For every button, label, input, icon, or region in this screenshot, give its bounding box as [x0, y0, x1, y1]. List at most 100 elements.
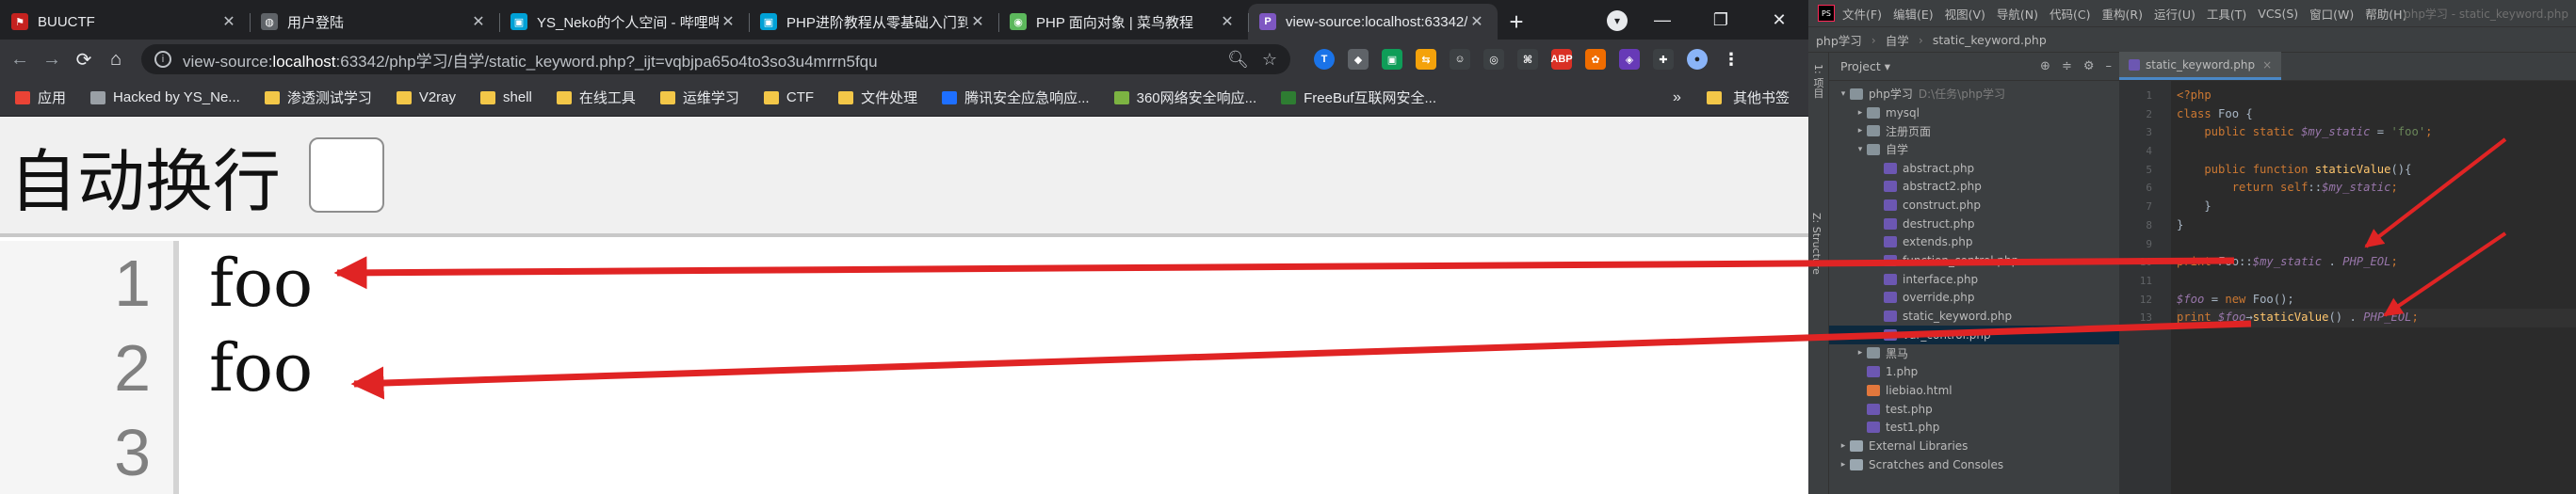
restore-button[interactable]: ❐ — [1692, 10, 1750, 30]
tree-node[interactable]: ▸ 注册页面 — [1829, 121, 2119, 140]
project-view-selector[interactable]: Project — [1840, 59, 1881, 73]
browser-tab[interactable]: ◍ 用户登陆 ✕ — [250, 4, 499, 40]
ide-menu-item[interactable]: 运行(U) — [2154, 5, 2195, 23]
ide-menu-item[interactable]: 重构(R) — [2102, 5, 2143, 23]
editor-code[interactable]: <?php class Foo { public static $my_stati… — [2171, 81, 2576, 494]
extension-ghost-icon[interactable]: ⌘ — [1517, 49, 1538, 70]
ide-menu-item[interactable]: 编辑(E) — [1893, 5, 1934, 23]
expand-arrow-icon[interactable]: ▾ — [1837, 89, 1850, 99]
ide-menu-item[interactable]: 帮助(H) — [2365, 5, 2406, 23]
ide-menu-item[interactable]: 导航(N) — [1997, 5, 2038, 23]
tree-node[interactable]: ▾ 自学 — [1829, 140, 2119, 159]
collapse-arrow-icon[interactable]: ▸ — [1854, 108, 1867, 118]
breadcrumb-item[interactable]: static_keyword.php — [1933, 33, 2047, 47]
browser-tab[interactable]: ▣ YS_Neko的个人空间 - 哔哩哔哩 ✕ — [499, 4, 749, 40]
breadcrumb-item[interactable]: 自学 — [1886, 31, 1909, 49]
line-wrap-checkbox[interactable] — [309, 137, 385, 213]
home-button[interactable]: ⌂ — [100, 49, 132, 71]
close-tab-icon[interactable]: ✕ — [469, 12, 488, 31]
back-button[interactable]: ← — [4, 49, 36, 71]
browser-menu-icon[interactable]: ⋮ — [1721, 49, 1742, 70]
ide-menu-item[interactable]: 文件(F) — [1842, 5, 1882, 23]
collapse-arrow-icon[interactable]: ▸ — [1854, 126, 1867, 135]
browser-tab[interactable]: ▣ PHP进阶教程从零基础入门到… ✕ — [749, 4, 998, 40]
tree-node[interactable]: abstract2.php — [1829, 177, 2119, 196]
collapse-arrow-icon[interactable]: ▸ — [1837, 460, 1850, 470]
tree-node[interactable]: abstract.php — [1829, 159, 2119, 178]
tree-node[interactable]: ▾ php学习 D:\任务\php学习 — [1829, 85, 2119, 104]
tree-node[interactable]: 1.php — [1829, 362, 2119, 381]
bookmark-item[interactable]: 在线工具 — [556, 88, 636, 107]
bookmark-item[interactable]: 文件处理 — [838, 88, 917, 107]
bookmark-item[interactable]: 渗透测试学习 — [264, 88, 372, 107]
project-tool-tab[interactable]: 1: 项目 — [1810, 64, 1825, 98]
ide-menu-item[interactable]: VCS(S) — [2258, 7, 2298, 21]
extension-gamepad-icon[interactable]: ◎ — [1483, 49, 1504, 70]
bookmark-item[interactable]: shell — [480, 89, 532, 105]
tree-node[interactable]: ▸ 黑马 — [1829, 344, 2119, 363]
tree-node[interactable]: ▸ Scratches and Consoles — [1829, 455, 2119, 474]
close-tab-icon[interactable]: ✕ — [968, 12, 987, 31]
tree-node[interactable]: function_control.php — [1829, 251, 2119, 270]
minimize-button[interactable]: — — [1633, 10, 1692, 30]
collapse-arrow-icon[interactable]: ▸ — [1854, 348, 1867, 358]
breadcrumb-item[interactable]: php学习 — [1816, 31, 1862, 49]
extension-shield-icon[interactable]: ◆ — [1348, 49, 1369, 70]
browser-tab[interactable]: ⚑ BUUCTF ✕ — [0, 4, 250, 40]
extension-box-icon[interactable]: ▣ — [1382, 49, 1402, 70]
tree-node[interactable]: test.php — [1829, 400, 2119, 419]
tree-node[interactable]: construct.php — [1829, 196, 2119, 215]
tree-node[interactable]: static_keyword.php — [1829, 307, 2119, 326]
structure-tool-tab[interactable]: Z: Structure — [1810, 213, 1823, 275]
extension-cookie-icon[interactable]: ✿ — [1585, 49, 1606, 70]
collapse-icon[interactable]: ≑ — [2062, 59, 2072, 73]
close-tab-icon[interactable]: × — [2262, 58, 2272, 72]
bookmark-item[interactable]: 运维学习 — [659, 88, 739, 107]
extension-hackbar-icon[interactable]: ◈ — [1619, 49, 1640, 70]
extensions-puzzle-icon[interactable]: ✚ — [1653, 49, 1674, 70]
bookmark-item[interactable]: Hacked by YS_Ne... — [90, 89, 240, 105]
tree-node[interactable]: liebiao.html — [1829, 381, 2119, 400]
editor-tab[interactable]: static_keyword.php × — [2119, 52, 2282, 80]
chevron-down-icon[interactable]: ▾ — [1885, 59, 1890, 73]
bookmarks-overflow-button[interactable]: » — [1673, 89, 1681, 106]
extension-panda-icon[interactable]: ☺ — [1450, 49, 1470, 70]
tree-node[interactable]: override.php — [1829, 289, 2119, 308]
bookmark-item[interactable]: 应用 — [15, 88, 66, 107]
tree-node[interactable]: ▸ mysql — [1829, 104, 2119, 122]
site-info-icon[interactable]: i — [154, 51, 171, 68]
new-tab-button[interactable]: + — [1498, 4, 1535, 40]
tree-node[interactable]: test1.php — [1829, 418, 2119, 437]
extension-adblock-icon[interactable]: ABP — [1550, 49, 1573, 70]
tree-node[interactable]: destruct.php — [1829, 215, 2119, 233]
profile-menu-icon[interactable]: ▾ — [1607, 10, 1628, 31]
address-bar[interactable]: i view-source:localhost:63342/php学习/自学/s… — [141, 44, 1290, 74]
ide-menu-item[interactable]: 窗口(W) — [2309, 5, 2354, 23]
tree-node[interactable]: var_control.php — [1829, 325, 2119, 344]
ide-menu-item[interactable]: 视图(V) — [1945, 5, 1985, 23]
zoom-icon[interactable]: 🔍︎ — [1227, 50, 1249, 70]
tree-node[interactable]: extends.php — [1829, 233, 2119, 252]
collapse-arrow-icon[interactable]: ▸ — [1837, 441, 1850, 451]
extension-proxy-icon[interactable]: ⇆ — [1416, 49, 1436, 70]
browser-tab[interactable]: Pview-source:localhost:63342/✕ — [1248, 4, 1498, 40]
bookmark-item[interactable]: 360网络安全响应... — [1113, 88, 1256, 107]
close-tab-icon[interactable]: ✕ — [1467, 12, 1486, 31]
bookmark-item[interactable]: CTF — [763, 89, 814, 105]
bookmark-item[interactable]: 腾讯安全应急响应... — [942, 88, 1090, 107]
locate-icon[interactable]: ⊕ — [2040, 59, 2050, 73]
close-tab-icon[interactable]: ✕ — [719, 12, 737, 31]
bookmark-item[interactable]: V2ray — [396, 89, 456, 105]
extension-translate-icon[interactable]: T — [1314, 49, 1335, 70]
gear-icon[interactable]: ⚙ — [2083, 59, 2095, 73]
hide-icon[interactable]: – — [2106, 59, 2113, 73]
address-url[interactable]: view-source:localhost:63342/php学习/自学/sta… — [183, 48, 1214, 72]
ide-menu-item[interactable]: 代码(C) — [2049, 5, 2090, 23]
bookmark-item[interactable]: FreeBuf互联网安全... — [1281, 88, 1436, 107]
close-tab-icon[interactable]: ✕ — [219, 12, 238, 31]
reload-button[interactable]: ⟳ — [68, 48, 100, 72]
bookmark-star-icon[interactable]: ☆ — [1262, 50, 1277, 70]
close-window-button[interactable]: ✕ — [1750, 10, 1808, 30]
expand-arrow-icon[interactable]: ▾ — [1854, 145, 1867, 154]
ide-menu-item[interactable]: 工具(T) — [2207, 5, 2246, 23]
